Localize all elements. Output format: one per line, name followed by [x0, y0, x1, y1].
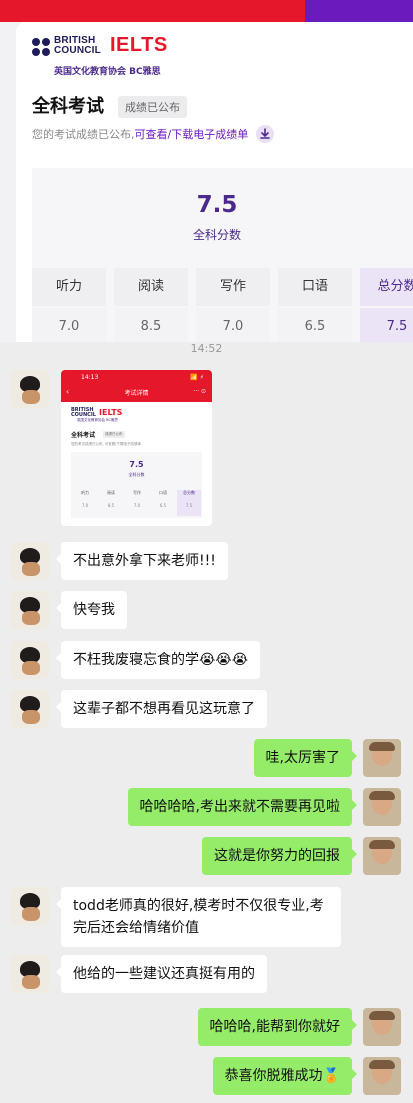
my-avatar[interactable] [363, 1057, 401, 1095]
chat-message-incoming[interactable]: 快夸我 [56, 591, 127, 629]
chat-message-outgoing[interactable]: 这就是你努力的回报 [202, 837, 357, 875]
result-notice: 您的考试成绩已公布,可查看/下载电子成绩单 [32, 125, 275, 144]
contact-avatar[interactable] [11, 542, 49, 580]
ielts-wordmark: IELTS [110, 34, 168, 56]
subscore-listening: 听力 7.0 [32, 268, 106, 342]
score-panel: 7.5 全科分数 听力 7.0 阅读 8.5 写作 7.0 口语 6.5 总分数… [32, 168, 413, 342]
thumbnail-overall-score: 7.5 [129, 460, 144, 469]
subscore-label: 阅读 [114, 268, 188, 306]
contact-avatar[interactable] [11, 887, 49, 925]
shared-screenshot-thumbnail[interactable]: 14:13 📶 ⚡ ‹ 考试详情 ··· ⊙ BRITISH COUNCIL I… [61, 370, 212, 526]
chat-message-incoming[interactable]: 不枉我废寝忘食的学😭😭😭 [55, 641, 261, 679]
overall-score: 7.5 [196, 192, 238, 218]
thumbnail-time: 14:13 [81, 374, 99, 381]
thumbnail-title: 考试详情 [124, 390, 149, 397]
subscore-writing: 写作 7.0 [196, 268, 270, 342]
logo-subtitle: 英国文化教育协会 BC雅思 [54, 67, 161, 77]
subscore-label: 听力 [32, 268, 106, 306]
thumbnail-ielts-logo: IELTS [99, 408, 123, 417]
contact-avatar[interactable] [11, 690, 49, 728]
chat-timestamp: 14:52 [190, 342, 223, 355]
thumbnail-status-icons: 📶 ⚡ [190, 374, 204, 381]
british-council-ielts-logo: BRITISH COUNCIL IELTS 英国文化教育协会 BC雅思 [32, 34, 202, 77]
subscore-label: 口语 [278, 268, 352, 306]
chat-message-outgoing[interactable]: 哇,太厉害了 [253, 739, 358, 777]
status-badge: 成绩已公布 [118, 96, 187, 118]
ielts-result-screenshot: BRITISH COUNCIL IELTS 英国文化教育协会 BC雅思 全科考试… [0, 0, 413, 342]
thumbnail-header: 14:13 📶 ⚡ ‹ 考试详情 ··· ⊙ [61, 370, 212, 402]
download-icon[interactable] [256, 125, 275, 143]
contact-avatar[interactable] [11, 955, 49, 993]
my-avatar[interactable] [363, 739, 401, 777]
chat-message-outgoing[interactable]: 哈哈哈哈,考出来就不需要再见啦 [127, 788, 358, 826]
notice-text: 您的考试成绩已公布, [32, 128, 135, 141]
subscore-value: 7.5 [360, 308, 413, 342]
subscore-reading: 阅读 8.5 [114, 268, 188, 342]
subscore-label: 写作 [196, 268, 270, 306]
more-icon: ··· ⊙ [193, 388, 206, 395]
result-card: BRITISH COUNCIL IELTS 英国文化教育协会 BC雅思 全科考试… [16, 22, 413, 342]
thumbnail-subscore: 听力 7.0 [81, 490, 89, 508]
thumbnail-overall-label: 全科分数 [128, 472, 145, 477]
chat-message-outgoing[interactable]: 恭喜你脱雅成功🏅 [212, 1057, 358, 1095]
contact-avatar[interactable] [11, 591, 49, 629]
download-certificate-link[interactable]: 可查看/下载电子成绩单 [135, 128, 249, 141]
thumbnail-subscore: 口语 6.5 [159, 490, 167, 508]
contact-avatar[interactable] [11, 641, 49, 679]
bc-wordmark: BRITISH COUNCIL [54, 35, 101, 56]
thumbnail-score-panel: 7.5 全科分数 听力 7.0 阅读 8.5 写作 7.0 口语 6.5 总分数 7.5 [71, 452, 202, 518]
chat-message-outgoing[interactable]: 哈哈哈,能帮到你就好 [197, 1008, 358, 1046]
my-avatar[interactable] [363, 1008, 401, 1046]
bc-dots-icon [32, 38, 52, 58]
thumbnail-badge: 成绩已公布 [103, 431, 125, 438]
subscore-label: 总分数 [360, 268, 413, 306]
contact-avatar[interactable] [11, 370, 49, 408]
thumbnail-subscore-total: 总分数 7.5 [177, 490, 201, 516]
thumbnail-exam-title: 全科考试 [71, 432, 96, 439]
subscore-total: 总分数 7.5 [360, 268, 413, 342]
chat-message-incoming[interactable]: 这辈子都不想再看见这玩意了 [56, 690, 267, 728]
overall-score-label: 全科分数 [192, 228, 241, 242]
subscore-value: 7.0 [196, 308, 270, 342]
thumbnail-subscore: 阅读 8.5 [107, 490, 115, 508]
my-avatar[interactable] [363, 837, 401, 875]
thumbnail-bc-logo: BRITISH COUNCIL [71, 407, 96, 418]
header-band [0, 0, 413, 22]
chat-message-incoming[interactable]: 不出意外拿下来老师!!! [56, 542, 228, 580]
thumbnail-logo-subtitle: 英国文化教育协会 BC雅思 [77, 418, 118, 422]
chat-message-incoming[interactable]: 他给的一些建议还真挺有用的 [56, 955, 267, 993]
subscore-value: 6.5 [278, 308, 352, 342]
my-avatar[interactable] [363, 788, 401, 826]
thumbnail-notice: 您的考试成绩已公布, 可查看/下载电子成绩单 [71, 442, 141, 446]
subscore-value: 7.0 [32, 308, 106, 342]
subscore-value: 8.5 [114, 308, 188, 342]
thumbnail-card: BRITISH COUNCIL IELTS 英国文化教育协会 BC雅思 全科考试… [67, 406, 206, 520]
subscore-speaking: 口语 6.5 [278, 268, 352, 342]
exam-title: 全科考试 [32, 96, 104, 117]
thumbnail-subscore: 写作 7.0 [133, 490, 141, 508]
chat-message-incoming[interactable]: todd老师真的很好,模考时不仅很专业,考完后还会给情绪价值 [56, 887, 341, 947]
